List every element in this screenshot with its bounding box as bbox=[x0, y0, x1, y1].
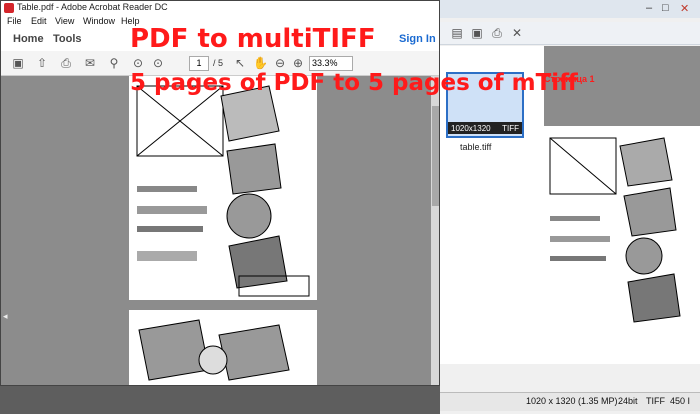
image-viewer-window: – □ ✕ ▤ ▣ ⎙ ✕ 1020x1320 TIFF table.tiff bbox=[440, 0, 700, 414]
save-icon[interactable]: ▣ bbox=[11, 56, 25, 70]
pdf-page-1 bbox=[129, 76, 317, 300]
close-icon[interactable]: ✕ bbox=[680, 2, 689, 15]
vertical-scrollbar[interactable] bbox=[431, 76, 439, 385]
pdf-page-2 bbox=[129, 310, 317, 385]
viewer-title-bar: – □ ✕ bbox=[440, 0, 700, 18]
maximize-icon[interactable]: □ bbox=[662, 2, 669, 14]
thumb-format: TIFF bbox=[502, 123, 519, 133]
upload-icon[interactable]: ⇧ bbox=[35, 56, 49, 70]
zoom-in-icon[interactable]: ⊕ bbox=[291, 56, 305, 70]
menu-window[interactable]: Window bbox=[83, 16, 115, 26]
page-drawings bbox=[136, 85, 310, 297]
menu-edit[interactable]: Edit bbox=[31, 16, 47, 26]
viewer-toolbar: ▤ ▣ ⎙ ✕ bbox=[440, 22, 700, 45]
open-icon[interactable]: ▤ bbox=[450, 26, 464, 40]
delete-icon[interactable]: ✕ bbox=[510, 26, 524, 40]
hand-icon[interactable]: ✋ bbox=[253, 56, 268, 70]
search-icon[interactable]: ⚲ bbox=[107, 56, 121, 70]
status-format: TIFF bbox=[646, 396, 665, 406]
overlay-subtitle: 5 pages of PDF to 5 pages of mTiff bbox=[130, 70, 578, 96]
print-icon[interactable]: ⎙ bbox=[490, 26, 504, 40]
thumb-size: 1020x1320 bbox=[451, 123, 491, 133]
document-area: ◂ bbox=[1, 76, 439, 385]
page-up-icon[interactable]: ⊙ bbox=[131, 56, 145, 70]
tiff-drawings bbox=[549, 137, 681, 323]
status-dims: 1020 x 1320 (1.35 MP) bbox=[526, 396, 618, 406]
select-icon[interactable]: ↖ bbox=[233, 56, 247, 70]
menu-file[interactable]: File bbox=[7, 16, 22, 26]
status-bits: 24bit bbox=[618, 396, 638, 406]
save-icon[interactable]: ▣ bbox=[470, 26, 484, 40]
thumbnail-caption: 1020x1320 TIFF bbox=[448, 122, 522, 134]
minimize-icon[interactable]: – bbox=[646, 2, 652, 14]
acrobat-app-icon bbox=[4, 3, 14, 13]
status-bar: 1020 x 1320 (1.35 MP) 24bit TIFF 450 I bbox=[440, 392, 700, 411]
home-tab[interactable]: Home bbox=[13, 33, 44, 45]
print-icon[interactable]: ⎙ bbox=[59, 56, 73, 70]
scrollbar-thumb[interactable] bbox=[432, 106, 439, 206]
tiff-page-preview bbox=[544, 126, 700, 364]
page-number-input[interactable]: 1 bbox=[189, 56, 209, 71]
taskbar bbox=[0, 386, 440, 414]
window-title: Table.pdf - Adobe Acrobat Reader DC bbox=[17, 2, 168, 12]
title-bar: Table.pdf - Adobe Acrobat Reader DC bbox=[1, 1, 439, 15]
acrobat-window: Table.pdf - Adobe Acrobat Reader DC File… bbox=[0, 0, 440, 386]
overlay-title: PDF to multiTIFF bbox=[130, 24, 376, 54]
tools-tab[interactable]: Tools bbox=[53, 33, 82, 45]
email-icon[interactable]: ✉ bbox=[83, 56, 97, 70]
page-down-icon[interactable]: ⊙ bbox=[151, 56, 165, 70]
zoom-out-icon[interactable]: ⊖ bbox=[273, 56, 287, 70]
thumbnail-filename: table.tiff bbox=[460, 142, 492, 152]
zoom-select[interactable]: 33.3% bbox=[309, 56, 353, 71]
page-drawings-2 bbox=[138, 319, 290, 381]
left-collapse-icon[interactable]: ◂ bbox=[3, 311, 11, 329]
sign-in-link[interactable]: Sign In bbox=[399, 33, 436, 45]
menu-view[interactable]: View bbox=[55, 16, 74, 26]
page-total: / 5 bbox=[213, 58, 224, 68]
status-extra: 450 I bbox=[670, 396, 691, 406]
